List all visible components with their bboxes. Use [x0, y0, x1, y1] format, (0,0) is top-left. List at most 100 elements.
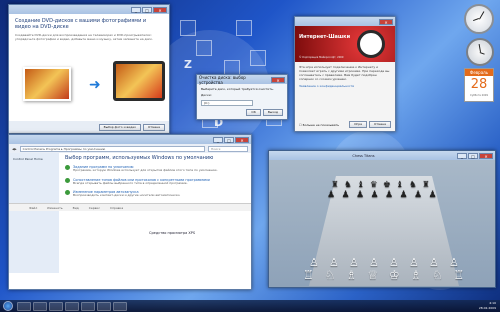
menu-file[interactable]: Файл	[29, 206, 37, 210]
chess-piece[interactable]: ♖	[454, 269, 465, 281]
dvd-maker-window: _ □ ✕ Создание DVD-дисков с вашими фотог…	[8, 4, 170, 134]
chess-piece[interactable]: ♟	[327, 190, 335, 200]
chess-piece[interactable]: ♜	[422, 180, 430, 190]
checkers-copyright: © Корпорация Майкрософт, 2009	[299, 56, 344, 59]
list-item[interactable]: Изменение параметров автозапуска Воспрои…	[65, 190, 247, 198]
clock-gadget[interactable]	[464, 4, 494, 34]
chess-piece[interactable]: ♟	[429, 190, 437, 200]
chess-piece[interactable]: ♞	[344, 180, 352, 190]
close-button[interactable]: ✕	[271, 76, 285, 83]
close-button[interactable]: ✕	[379, 18, 393, 25]
chess-piece[interactable]: ♝	[357, 180, 365, 190]
list-item[interactable]: Задание программ по умолчанию Программа,…	[65, 165, 247, 173]
item-desc: Воспроизводить компакт-диски и другие но…	[73, 193, 181, 198]
minimize-button[interactable]: _	[213, 136, 223, 143]
chess-piece[interactable]: ♘	[325, 269, 336, 281]
chess-piece[interactable]: ♖	[303, 269, 314, 281]
search-input[interactable]: Поиск	[208, 145, 248, 152]
system-tray[interactable]: 4:10 28.02.2009	[479, 301, 496, 310]
maximize-button[interactable]: □	[468, 152, 478, 159]
menu-bar: Файл Изменить Вид Сервис Справка	[9, 203, 251, 211]
explorer-icon[interactable]	[33, 301, 47, 311]
sidebar: Control Panel Home	[9, 153, 59, 273]
chess-piece[interactable]: ♕	[368, 269, 379, 281]
calendar-day: 28	[470, 77, 488, 92]
drives-label: Диски:	[201, 93, 212, 97]
clock-hand	[478, 43, 481, 52]
dont-show-checkbox[interactable]: ☐ Больше не показывать	[299, 123, 339, 127]
calendar-month: Февраль	[465, 69, 493, 76]
exit-button[interactable]: Выход	[262, 109, 283, 116]
sidebar-home-link[interactable]: Control Panel Home	[13, 157, 43, 161]
cleanup-text: Выберите диск, который требуется очистит…	[201, 87, 274, 91]
privacy-link[interactable]: Заявление о конфиденциальности	[295, 84, 395, 88]
list-item[interactable]: Сопоставление типов файлов или протоколо…	[65, 177, 247, 186]
tray-date: 28.02.2009	[478, 305, 496, 310]
close-button[interactable]: ✕	[479, 152, 493, 159]
app-icon[interactable]	[81, 301, 95, 311]
cleanup-titlebar: Очистка диска: выбор устройства ✕	[197, 74, 287, 85]
minimize-button[interactable]: _	[131, 6, 141, 13]
chess-piece[interactable]: ♙	[329, 257, 339, 268]
chess-piece[interactable]: ♙	[389, 257, 399, 268]
chess-piece[interactable]: ♙	[369, 257, 379, 268]
cleanup-body: Выберите диск, который требуется очистит…	[197, 84, 287, 109]
chess-piece[interactable]: ♛	[370, 180, 378, 190]
chess-piece[interactable]: ♟	[371, 190, 379, 200]
app-icon[interactable]	[97, 301, 111, 311]
chess-piece[interactable]: ♘	[432, 269, 443, 281]
chess-piece[interactable]: ♟	[356, 190, 364, 200]
play-button[interactable]: Игра	[349, 121, 367, 128]
close-button[interactable]: ✕	[153, 6, 167, 13]
chess-piece[interactable]: ♙	[349, 257, 359, 268]
desktop-letter-z: Z	[184, 58, 192, 71]
chess-piece[interactable]: ♜	[331, 180, 339, 190]
ok-button[interactable]: ОК	[246, 109, 261, 116]
menu-help[interactable]: Справка	[110, 206, 123, 210]
ie-icon[interactable]	[17, 301, 31, 311]
start-button[interactable]	[3, 301, 13, 311]
cancel-button[interactable]: Отмена	[142, 123, 165, 131]
drive-select[interactable]: (C:)	[201, 100, 253, 106]
chess-piece[interactable]: ♗	[411, 269, 422, 281]
chess-piece[interactable]: ♙	[429, 257, 439, 268]
maximize-button[interactable]: □	[224, 136, 234, 143]
chess-piece[interactable]: ♟	[414, 190, 422, 200]
checkers-banner: Интернет-Шашки © Корпорация Майкрософт, …	[295, 26, 395, 62]
address-bar: ◀ ▶ Control Panel ▸ Programs ▸ Программы…	[9, 144, 251, 153]
chess-piece[interactable]: ♙	[309, 257, 319, 268]
dvd-titlebar: _ □ ✕	[9, 5, 169, 14]
chess-piece[interactable]: ♚	[383, 180, 391, 190]
calendar-gadget[interactable]: Февраль 28 Суббота 2009	[464, 68, 494, 102]
chess-piece[interactable]: ♗	[346, 269, 357, 281]
forward-icon[interactable]: ▶	[14, 147, 16, 151]
menu-view[interactable]: Вид	[73, 206, 79, 210]
chess-piece[interactable]: ♟	[385, 190, 393, 200]
chess-piece[interactable]: ♙	[449, 257, 459, 268]
cleanup-title: Очистка диска: выбор устройства	[199, 74, 246, 85]
minimize-button[interactable]: _	[457, 152, 467, 159]
clock-gadget[interactable]	[466, 38, 494, 66]
clock-hand	[479, 52, 485, 55]
close-button[interactable]: ✕	[235, 136, 249, 143]
page-title: Выбор программ, используемых Windows по …	[65, 155, 214, 161]
chess-piece[interactable]: ♙	[409, 257, 419, 268]
chess-piece[interactable]: ♝	[396, 180, 404, 190]
media-player-icon[interactable]	[49, 301, 63, 311]
dvd-heading: Создание DVD-дисков с вашими фотографиям…	[15, 18, 147, 30]
chess-piece[interactable]: ♟	[400, 190, 408, 200]
app-icon[interactable]	[65, 301, 79, 311]
menu-tools[interactable]: Сервис	[89, 206, 100, 210]
maximize-button[interactable]: □	[142, 6, 152, 13]
chess-piece[interactable]: ♔	[389, 269, 400, 281]
taskbar: 4:10 28.02.2009	[0, 300, 500, 312]
app-icon[interactable]	[113, 301, 127, 311]
clock-hand	[479, 11, 485, 20]
choose-photos-button[interactable]: Выбор фото и видео	[98, 123, 141, 131]
chess-piece[interactable]: ♟	[342, 190, 350, 200]
chess-piece[interactable]: ♞	[409, 180, 417, 190]
breadcrumb[interactable]: Control Panel ▸ Programs ▸ Программы по …	[19, 145, 205, 152]
chess-title: Chess Titans	[352, 153, 375, 158]
cancel-button[interactable]: Отмена	[368, 121, 391, 128]
menu-edit[interactable]: Изменить	[47, 206, 62, 210]
